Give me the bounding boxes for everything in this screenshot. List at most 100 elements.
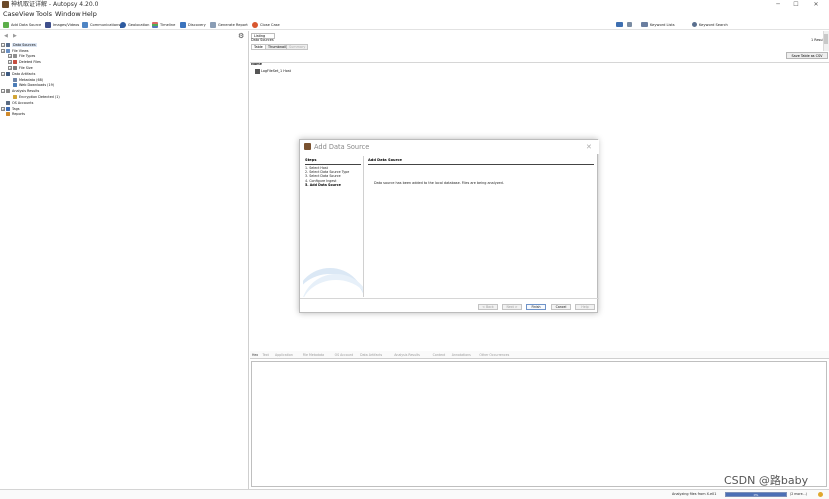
images-videos-button[interactable]: Images/Videos	[45, 19, 79, 30]
metadata-icon	[13, 77, 17, 82]
report-icon	[210, 21, 216, 28]
dialog-title: Add Data Source	[314, 143, 370, 151]
tree-item-label: Web Downloads (19)	[19, 83, 55, 88]
data-artifacts-icon	[6, 71, 10, 76]
content-viewer-tab[interactable]: OS Account	[335, 352, 353, 358]
content-viewer-tab[interactable]: Text	[262, 352, 268, 358]
tree-item-label: Tags	[12, 106, 20, 111]
tree-item[interactable]: Reports	[1, 112, 247, 118]
window-titlebar: 神机取证详解 - Autopsy 4.20.0 ─ ☐ ✕	[0, 0, 829, 9]
communications-icon	[82, 21, 88, 28]
close-case-button[interactable]: Close Case	[252, 19, 280, 30]
menu-tools[interactable]: Tools	[36, 9, 52, 19]
os-accounts-icon	[6, 100, 10, 105]
generate-report-button[interactable]: Generate Report	[210, 19, 248, 30]
autopsy-dialog-icon	[304, 143, 311, 150]
main-toolbar: Add Data Source Images/Videos Communicat…	[0, 19, 829, 30]
scrollbar-thumb[interactable]	[824, 34, 828, 44]
communications-button[interactable]: Communications	[82, 19, 120, 30]
tree-expander-icon[interactable]: +	[8, 54, 12, 59]
content-viewer-tab[interactable]: Application	[275, 352, 293, 358]
data-sources-icon	[6, 42, 10, 47]
header-divider	[250, 62, 829, 63]
menu-help[interactable]: Help	[82, 9, 97, 19]
file-size-icon	[13, 66, 17, 71]
back-arrow-icon[interactable]: ◀	[4, 33, 10, 39]
wizard-step: 5. Add Data Source	[305, 182, 341, 187]
dialog-close-button[interactable]: ✕	[586, 142, 592, 152]
content-viewer-tab[interactable]: Hex	[252, 352, 258, 358]
wizard-message: Data source has been added to the local …	[374, 181, 504, 185]
table-row[interactable]: LogFileSet_1 Host	[261, 69, 291, 74]
maximize-button[interactable]: ☐	[789, 0, 803, 9]
keyword-lists-button[interactable]: Keyword Lists	[641, 19, 675, 30]
tree-item-label: File Types	[19, 54, 36, 59]
timeline-button[interactable]: Timeline	[152, 19, 175, 30]
gear-icon[interactable]: ⚙	[238, 33, 245, 40]
listing-path: Data Sources	[251, 38, 274, 42]
column-header-name[interactable]: Name	[251, 62, 262, 67]
keyword-search-button[interactable]: Keyword Search	[692, 19, 728, 30]
content-viewer-area	[251, 361, 827, 487]
forward-arrow-icon[interactable]: ▶	[13, 33, 19, 39]
add-plus-icon	[3, 21, 9, 28]
directory-tree: − Data Sources + File Views + File Types + Dele…	[1, 42, 247, 117]
save-table-csv-button[interactable]: Save Table as CSV	[786, 52, 828, 59]
content-viewer-tab[interactable]: Context	[433, 352, 446, 358]
menu-window[interactable]: Window	[55, 9, 81, 19]
tree-expander-icon[interactable]: −	[1, 71, 5, 76]
next-button[interactable]: Next >	[502, 304, 522, 310]
tree-expander-icon[interactable]: −	[1, 89, 5, 94]
notification-icon[interactable]	[818, 492, 823, 497]
cancel-button[interactable]: Cancel	[551, 304, 571, 310]
content-viewer-tab[interactable]: Other Occurrences	[479, 352, 509, 358]
reports-icon	[6, 112, 10, 117]
add-data-source-button[interactable]: Add Data Source	[3, 19, 41, 30]
tree-item-label: Encryption Detected (1)	[19, 95, 60, 100]
discovery-icon	[180, 21, 186, 28]
tree-expander-icon[interactable]: +	[8, 66, 12, 71]
progress-label: 0%	[753, 493, 759, 497]
status-bar: Analyzing files from X.e01 0% (2 more...…	[0, 489, 829, 499]
content-viewer-tab[interactable]: Data Artifacts	[360, 352, 382, 358]
tree-expander-icon[interactable]: +	[1, 48, 5, 53]
minimize-button[interactable]: ─	[771, 0, 785, 9]
timeline-icon	[152, 21, 158, 28]
window-title: 神机取证详解 - Autopsy 4.20.0	[11, 1, 99, 8]
finish-button[interactable]: Finish	[526, 304, 546, 310]
tree-panel: ◀ ▶ ⚙ − Data Sources + File Views + File Type…	[0, 31, 249, 493]
text-file-icon	[627, 22, 632, 27]
menu-case[interactable]: Case	[3, 9, 19, 19]
toolbar-extra-button-2[interactable]	[627, 19, 634, 30]
tree-item-label: Metadata (68)	[19, 77, 44, 82]
ingest-progress-bar[interactable]: 0%	[725, 492, 787, 497]
wizard-content-header: Add Data Source	[368, 158, 402, 162]
tab-table[interactable]: Table	[251, 44, 266, 50]
tree-expander-icon[interactable]: −	[1, 42, 5, 47]
toolbar-extra-button[interactable]	[616, 19, 625, 30]
content-viewer-tab[interactable]: File Metadata	[303, 352, 324, 358]
tab-summary[interactable]: Summary	[286, 44, 309, 50]
content-viewer-tab[interactable]: Annotations	[452, 352, 471, 358]
tree-expander-icon[interactable]: +	[1, 106, 5, 111]
content-viewer-tabs: Hex Text Application File Metadata OS Accoun…	[250, 351, 829, 359]
keyboard-icon	[616, 22, 623, 27]
discovery-button[interactable]: Discovery	[180, 19, 206, 30]
status-text: Analyzing files from X.e01	[672, 492, 717, 496]
geolocation-button[interactable]: Geolocation	[120, 19, 149, 30]
images-videos-icon	[45, 21, 51, 28]
close-window-button[interactable]: ✕	[809, 0, 823, 9]
tree-expander-icon[interactable]: +	[8, 60, 12, 65]
tree-item-label: Data Artifacts	[12, 71, 36, 76]
tags-icon	[6, 106, 10, 111]
add-data-source-dialog: Add Data Source ✕ Steps 1. Select Host 2.…	[299, 139, 599, 313]
back-button[interactable]: < Back	[478, 304, 498, 310]
tree-item-label: Analysis Results	[12, 89, 40, 94]
menu-view[interactable]: View	[19, 9, 34, 19]
more-tasks-count[interactable]: (2 more...)	[790, 492, 807, 497]
content-viewer-tab[interactable]: Analysis Results	[394, 352, 420, 358]
file-types-icon	[13, 54, 17, 59]
tree-item-label: File Views	[12, 48, 29, 53]
close-case-icon	[252, 21, 258, 28]
help-button[interactable]: Help	[575, 304, 595, 310]
